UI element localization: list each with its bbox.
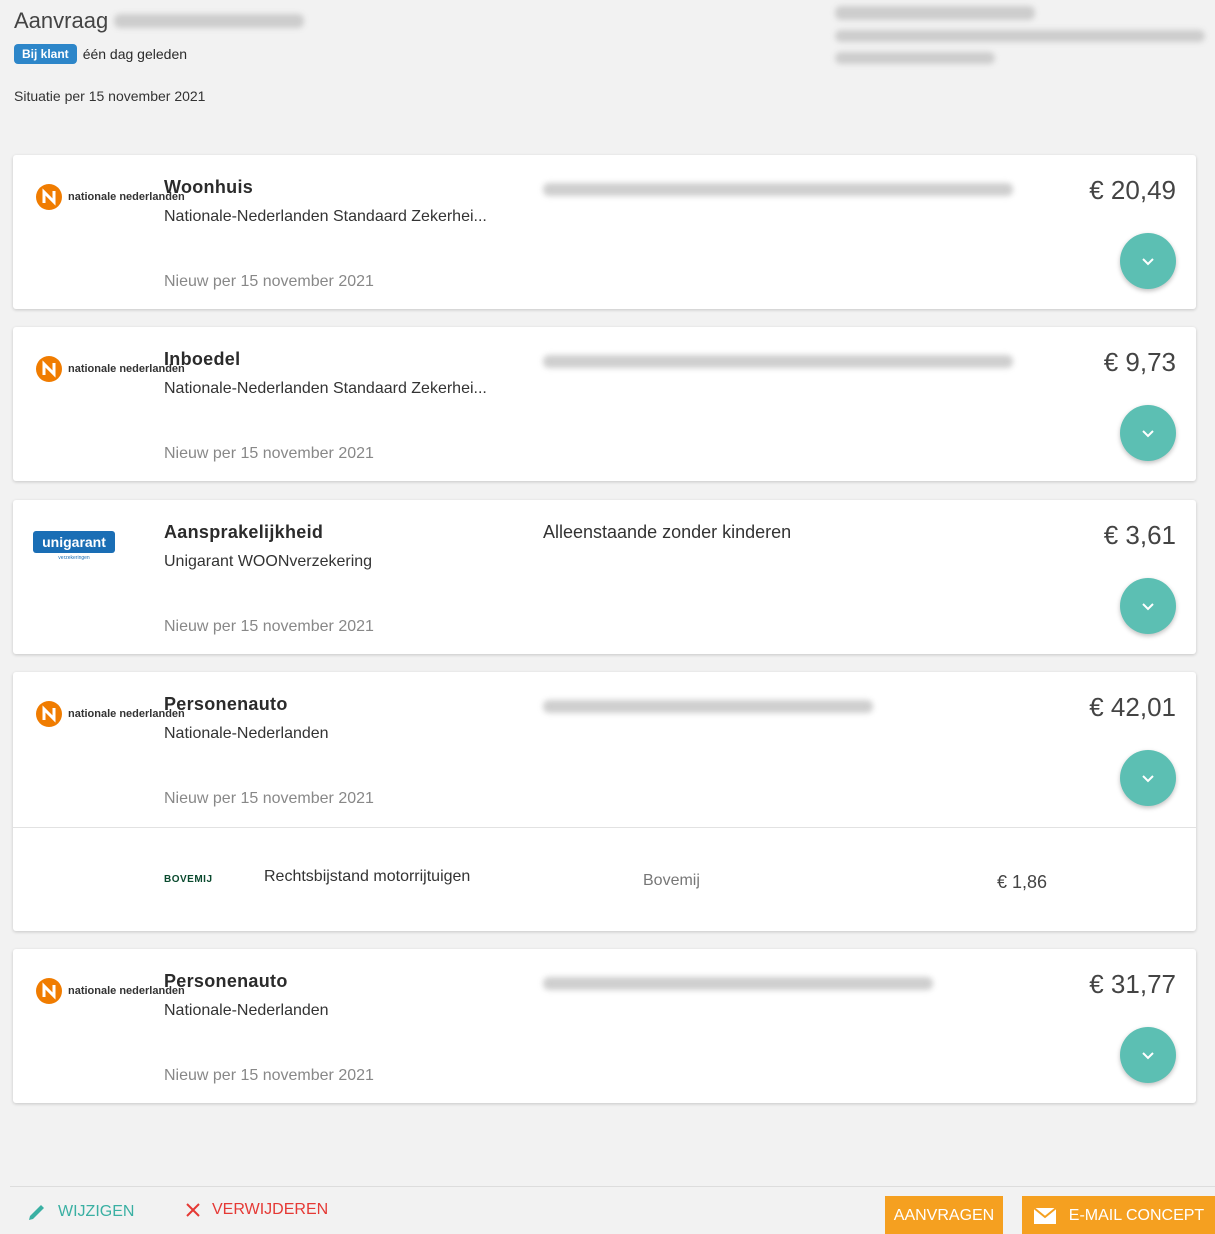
product-subtitle: Nationale-Nederlanden — [164, 1002, 329, 1019]
new-since-date: Nieuw per 15 november 2021 — [164, 790, 374, 807]
nn-emblem-icon — [36, 184, 62, 210]
redacted-request-number — [114, 14, 305, 28]
redacted-vehicle — [543, 700, 873, 713]
nn-emblem-icon — [36, 701, 62, 727]
page-title: Aanvraag — [14, 8, 109, 33]
new-since-date: Nieuw per 15 november 2021 — [164, 618, 374, 635]
product-name: Inboedel — [164, 349, 241, 369]
sub-item-insurer: Bovemij — [643, 872, 700, 889]
policy-card: nationale nederlanden Personenauto Natio… — [13, 672, 1196, 931]
expand-button[interactable] — [1120, 750, 1176, 806]
unigarant-logo: unigarant verzekeringen — [33, 531, 115, 561]
product-name: Woonhuis — [164, 177, 254, 197]
new-since-date: Nieuw per 15 november 2021 — [164, 1067, 374, 1084]
edit-label: WIJZIGEN — [58, 1203, 135, 1220]
email-concept-label: E-MAIL CONCEPT — [1068, 1206, 1205, 1224]
product-detail — [543, 971, 933, 995]
status-time: één dag geleden — [82, 46, 188, 62]
nn-emblem-icon — [36, 978, 62, 1004]
policy-card: unigarant verzekeringen Aansprakelijkhei… — [13, 500, 1196, 654]
client-info-redacted — [835, 6, 1205, 74]
product-detail — [543, 349, 1013, 373]
premium-price: € 42,01 — [1089, 692, 1176, 722]
nn-logo: nationale nederlanden — [35, 977, 185, 1005]
expand-button[interactable] — [1120, 233, 1176, 289]
edit-button[interactable]: WIJZIGEN — [26, 1201, 134, 1223]
product-detail — [543, 694, 873, 718]
new-since-date: Nieuw per 15 november 2021 — [164, 273, 374, 290]
expand-button[interactable] — [1120, 405, 1176, 461]
redacted-vehicle — [543, 977, 933, 990]
redacted-address — [543, 355, 1013, 368]
chevron-down-icon — [1142, 1051, 1154, 1059]
redacted-client-address — [835, 30, 1205, 42]
product-subtitle: Nationale-Nederlanden Standaard Zekerhei… — [164, 208, 487, 225]
close-icon — [186, 1203, 200, 1217]
redacted-address — [543, 183, 1013, 196]
sub-item-price: € 1,86 — [997, 872, 1048, 892]
product-detail: Alleenstaande zonder kinderen — [543, 522, 792, 542]
email-concept-button[interactable]: E-MAIL CONCEPT — [1022, 1196, 1215, 1234]
product-subtitle: Nationale-Nederlanden — [164, 725, 329, 742]
coverage-sub-item: BOVEMIJ Rechtsbijstand motorrijtuigen Bo… — [13, 827, 1196, 930]
nn-emblem-icon — [36, 356, 62, 382]
envelope-icon — [1033, 1206, 1057, 1224]
redacted-client-email — [835, 52, 995, 64]
chevron-down-icon — [1142, 429, 1154, 437]
sub-item-name: Rechtsbijstand motorrijtuigen — [264, 868, 471, 885]
product-subtitle: Nationale-Nederlanden Standaard Zekerhei… — [164, 380, 487, 397]
expand-button[interactable] — [1120, 1027, 1176, 1083]
premium-price: € 31,77 — [1089, 969, 1176, 999]
delete-label: VERWIJDEREN — [212, 1201, 329, 1218]
pencil-icon — [29, 1205, 44, 1220]
policy-card: nationale nederlanden Woonhuis Nationale… — [13, 155, 1196, 309]
unigarant-logo-text: unigarant — [33, 531, 115, 553]
situation-date: Situatie per 15 november 2021 — [14, 88, 206, 104]
chevron-down-icon — [1142, 774, 1154, 782]
product-subtitle: Unigarant WOONverzekering — [164, 553, 373, 570]
nn-logo: nationale nederlanden — [35, 183, 185, 211]
action-bar: WIJZIGEN VERWIJDEREN AANVRAGEN E-MAIL CO… — [10, 1186, 1215, 1234]
premium-price: € 9,73 — [1103, 347, 1176, 377]
product-name: Aansprakelijkheid — [164, 522, 324, 542]
chevron-down-icon — [1142, 257, 1154, 265]
request-button[interactable]: AANVRAGEN — [885, 1196, 1003, 1234]
premium-price: € 20,49 — [1089, 175, 1176, 205]
nn-logo: nationale nederlanden — [35, 355, 185, 383]
policy-card: nationale nederlanden Personenauto Natio… — [13, 949, 1196, 1103]
product-name: Personenauto — [164, 694, 288, 714]
unigarant-tagline: verzekeringen — [58, 555, 90, 561]
status-badge: Bij klant — [14, 44, 77, 64]
delete-button[interactable]: VERWIJDEREN — [184, 1201, 328, 1219]
nn-logo: nationale nederlanden — [35, 700, 185, 728]
premium-price: € 3,61 — [1103, 520, 1176, 550]
policy-card: nationale nederlanden Inboedel Nationale… — [13, 327, 1196, 481]
chevron-down-icon — [1142, 602, 1154, 610]
bovemij-logo: BOVEMIJ — [164, 874, 213, 885]
redacted-client-name — [835, 6, 1035, 20]
new-since-date: Nieuw per 15 november 2021 — [164, 445, 374, 462]
product-detail — [543, 177, 1013, 201]
product-name: Personenauto — [164, 971, 288, 991]
expand-button[interactable] — [1120, 578, 1176, 634]
